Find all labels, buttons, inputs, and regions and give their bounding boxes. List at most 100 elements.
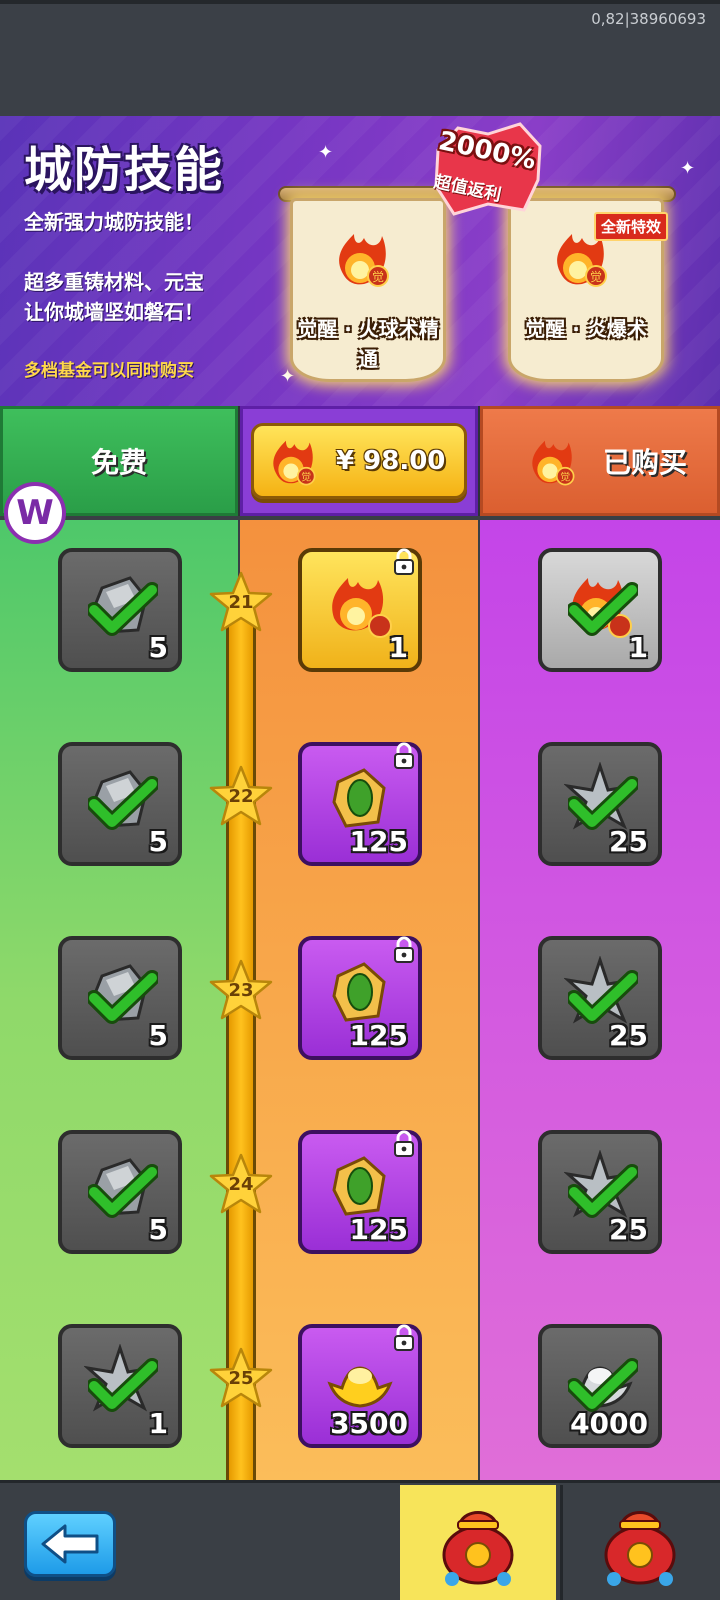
free-reward-item[interactable]: 5 xyxy=(58,1130,182,1254)
sparkle-icon: ✦ xyxy=(318,142,334,163)
svg-text:觉: 觉 xyxy=(560,471,570,483)
skill-2-name: 觉醒 · 炎爆术 xyxy=(525,317,647,341)
level-number: 23 xyxy=(228,980,254,1001)
level-number: 25 xyxy=(228,1368,254,1389)
treasure-bag-icon xyxy=(604,1511,675,1586)
item-quantity: 5 xyxy=(148,825,168,858)
checkmark-icon xyxy=(568,970,638,1024)
bought-reward-item[interactable]: 1 xyxy=(538,548,662,672)
free-reward-item[interactable]: 5 xyxy=(58,936,182,1060)
checkmark-icon xyxy=(88,1164,158,1218)
svg-text:觉: 觉 xyxy=(301,471,311,483)
free-reward-item[interactable]: 1 xyxy=(58,1324,182,1448)
paid-reward-item[interactable]: 1 xyxy=(298,548,422,672)
lock-icon xyxy=(394,742,414,769)
paid-reward-item[interactable]: 125 xyxy=(298,742,422,866)
svg-text:觉: 觉 xyxy=(590,270,602,284)
fireball-icon xyxy=(332,578,392,638)
treasure-bag-icon xyxy=(442,1511,514,1586)
item-quantity: 5 xyxy=(148,1213,168,1246)
item-quantity: 3500 xyxy=(330,1407,408,1440)
lock-icon xyxy=(394,1324,414,1351)
gold-ingot-icon xyxy=(327,1366,393,1408)
promo-banner: 城防技能 全新强力城防技能！ 超多重铸材料、元宝 让你城墙坚如磐石！ 多档基金可… xyxy=(0,116,720,406)
watermark-letter: W xyxy=(16,493,54,533)
level-number: 22 xyxy=(228,786,254,807)
item-quantity: 125 xyxy=(349,1019,408,1052)
level-star: 22 xyxy=(208,764,274,830)
top-bar: 0,82|38960693 xyxy=(0,0,720,116)
paid-reward-item[interactable]: 3500 xyxy=(298,1324,422,1448)
fireball-icon: 觉 xyxy=(532,440,575,486)
fireball-icon: 觉 xyxy=(273,440,316,486)
lock-icon xyxy=(394,936,414,963)
checkmark-icon xyxy=(88,776,158,830)
free-reward-item[interactable]: 5 xyxy=(58,548,182,672)
checkmark-icon xyxy=(568,582,638,636)
bought-reward-item[interactable]: 25 xyxy=(538,742,662,866)
checkmark-icon xyxy=(88,970,158,1024)
tab-free-label: 免费 xyxy=(90,446,147,479)
back-button[interactable] xyxy=(24,1511,116,1577)
banner-line-3: 让你城墙坚如磐石！ xyxy=(24,300,204,324)
banner-line-1: 全新强力城防技能！ xyxy=(24,210,204,234)
level-star: 21 xyxy=(208,570,274,636)
buy-button[interactable]: 觉 ¥ 98.00 xyxy=(251,423,467,499)
tab-bag-2[interactable] xyxy=(560,1485,716,1600)
level-star: 25 xyxy=(208,1346,274,1412)
paid-reward-item[interactable]: 125 xyxy=(298,1130,422,1254)
banner-note: 多档基金可以同时购买 xyxy=(24,361,194,381)
svg-text:觉: 觉 xyxy=(372,270,384,284)
bonus-badge: 2000% 超值返利 xyxy=(428,120,548,220)
item-quantity: 125 xyxy=(349,1213,408,1246)
bought-reward-item[interactable]: 25 xyxy=(538,936,662,1060)
checkmark-icon xyxy=(88,582,158,636)
item-quantity: 25 xyxy=(609,825,648,858)
gem-icon xyxy=(332,962,386,1022)
item-quantity: 125 xyxy=(349,825,408,858)
sparkle-icon: ✦ xyxy=(680,158,696,179)
lock-icon xyxy=(394,548,414,575)
gem-icon xyxy=(332,1156,386,1216)
new-effect-tag: 全新特效 xyxy=(594,212,669,241)
level-star: 23 xyxy=(208,958,274,1024)
item-quantity: 1 xyxy=(388,631,408,664)
banner-title: 城防技能 xyxy=(24,142,225,198)
tab-paid: 觉 ¥ 98.00 xyxy=(240,406,478,516)
price-label: ¥ 98.00 xyxy=(336,446,446,476)
tab-bought-label: 已购买 xyxy=(602,446,687,479)
item-quantity: 5 xyxy=(148,1019,168,1052)
tab-bag-1[interactable] xyxy=(400,1485,556,1600)
skill-1-name-line-2: 通 xyxy=(358,347,378,371)
fireball-icon: 觉 xyxy=(339,234,389,287)
checkmark-icon xyxy=(88,1358,158,1412)
level-number: 24 xyxy=(228,1174,254,1195)
banner-line-2: 超多重铸材料、元宝 xyxy=(24,270,204,294)
bought-reward-item[interactable]: 25 xyxy=(538,1130,662,1254)
bought-reward-item[interactable]: 4000 xyxy=(538,1324,662,1448)
bottom-bar xyxy=(0,1480,720,1600)
free-reward-item[interactable]: 5 xyxy=(58,742,182,866)
paid-reward-item[interactable]: 125 xyxy=(298,936,422,1060)
lock-icon xyxy=(394,1130,414,1157)
tier-tabs: 免费 觉 ¥ 98.00 觉 已购买 xyxy=(0,406,720,516)
item-quantity: 4000 xyxy=(570,1407,648,1440)
game-screen: 0,82|38960693 城防技能 全新强力城防技能！ 超多重铸材料、元宝 让… xyxy=(0,0,720,1600)
checkmark-icon xyxy=(568,1164,638,1218)
item-quantity: 1 xyxy=(148,1407,168,1440)
item-quantity: 5 xyxy=(148,631,168,664)
item-quantity: 25 xyxy=(609,1019,648,1052)
tab-bought[interactable]: 觉 已购买 xyxy=(480,406,720,516)
back-arrow-icon xyxy=(41,1524,99,1564)
version-text: 0,82|38960693 xyxy=(591,10,706,28)
reward-grid: 5 1 1 21 5 125 25 22 5 125 25 23 5 125 25 24 1 3500 4000 25 xyxy=(0,520,720,1480)
level-star: 24 xyxy=(208,1152,274,1218)
item-quantity: 1 xyxy=(628,631,648,664)
gem-icon xyxy=(332,768,386,828)
item-quantity: 25 xyxy=(609,1213,648,1246)
watermark-logo: W xyxy=(4,482,66,544)
skill-1-name-line-1: 觉醒 · 火球术精 xyxy=(297,317,439,341)
checkmark-icon xyxy=(568,776,638,830)
skill-1-name: 觉醒 · 火球术精 通 xyxy=(282,314,454,374)
checkmark-icon xyxy=(568,1358,638,1412)
